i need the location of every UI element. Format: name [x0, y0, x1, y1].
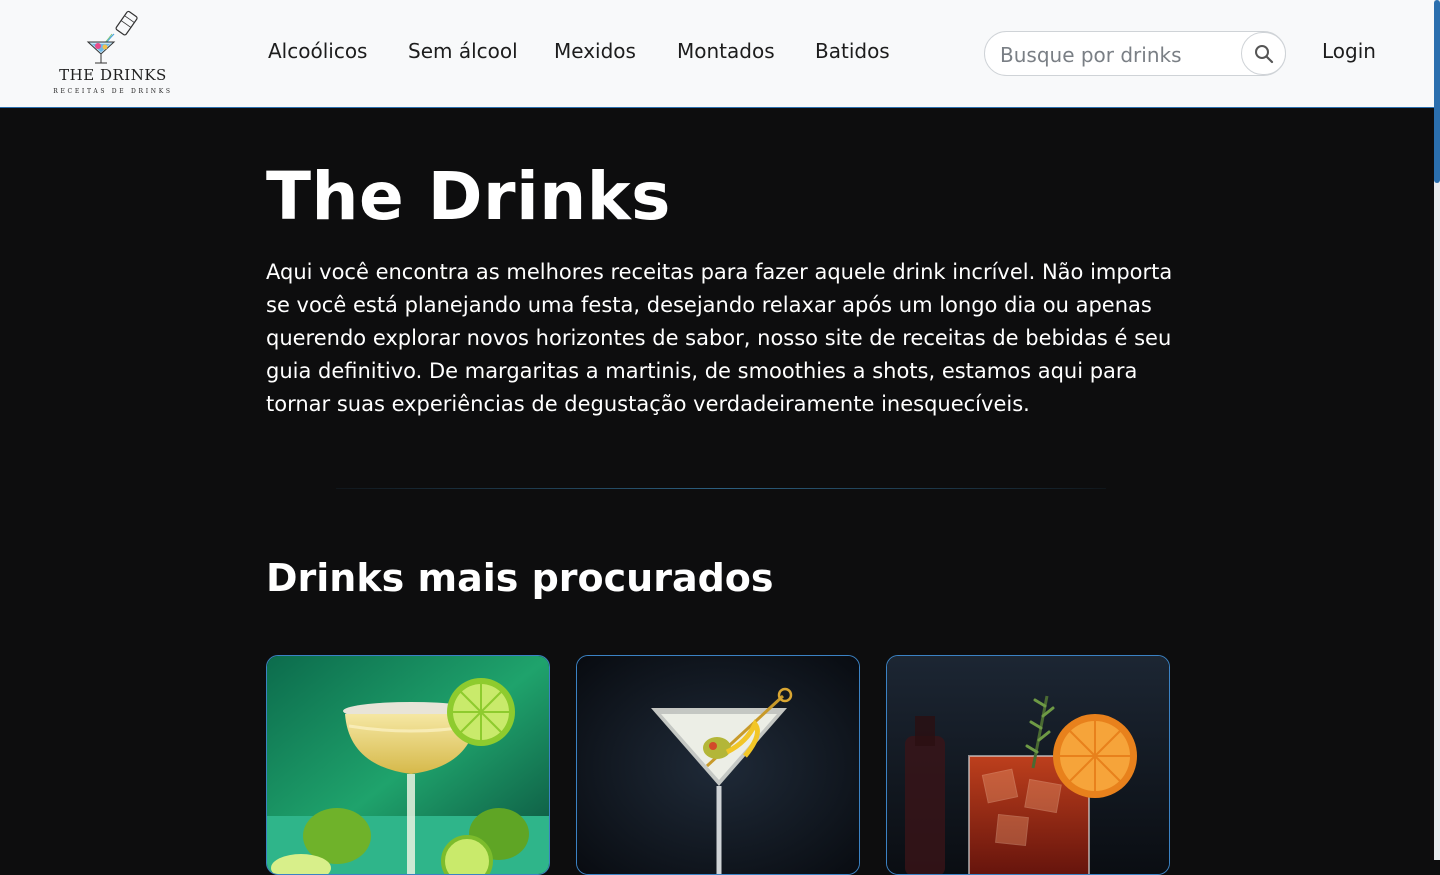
cocktail-logo-icon [86, 10, 138, 64]
nav-alcoolicos[interactable]: Alcoólicos [268, 39, 367, 63]
drink-card-negroni[interactable] [886, 655, 1170, 875]
search-icon [1255, 45, 1274, 64]
search-box [984, 31, 1286, 76]
scrollbar-thumb[interactable] [1434, 0, 1440, 183]
search-input[interactable] [998, 40, 1234, 70]
page-scrollbar[interactable] [1434, 0, 1440, 860]
page-title: The Drinks [266, 158, 671, 235]
nav-batidos[interactable]: Batidos [815, 39, 890, 63]
margarita-image [267, 656, 549, 874]
section-title: Drinks mais procurados [266, 556, 774, 600]
drink-card-margarita[interactable] [266, 655, 550, 875]
nav-montados[interactable]: Montados [677, 39, 775, 63]
site-header: THE DRINKS RECEITAS DE DRINKS Alcoólicos… [0, 0, 1440, 108]
nav-sem-alcool[interactable]: Sem álcool [408, 39, 518, 63]
drink-card-martini[interactable] [576, 655, 860, 875]
negroni-image [887, 656, 1169, 874]
search-button[interactable] [1241, 32, 1286, 75]
intro-text: Aqui você encontra as melhores receitas … [266, 260, 1173, 416]
logo-subtitle: RECEITAS DE DRINKS [53, 88, 173, 95]
martini-image [577, 656, 859, 874]
logo-title: THE DRINKS [59, 66, 167, 84]
section-divider [336, 488, 1106, 489]
nav-mexidos[interactable]: Mexidos [554, 39, 636, 63]
login-link[interactable]: Login [1322, 39, 1376, 63]
site-logo[interactable]: THE DRINKS RECEITAS DE DRINKS [52, 10, 174, 98]
